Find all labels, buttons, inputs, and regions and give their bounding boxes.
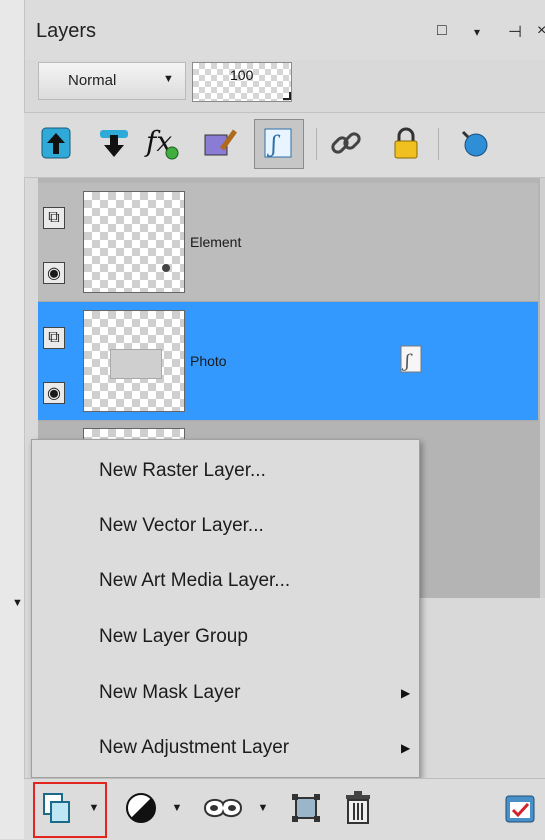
toolbar-separator	[316, 128, 317, 160]
layer-thumbnail	[83, 310, 185, 412]
chevron-down-icon[interactable]: ▼	[170, 788, 184, 828]
edit-layer-icon[interactable]	[200, 122, 240, 164]
photo-placeholder	[110, 349, 162, 379]
new-adjustment-layer-icon[interactable]	[122, 788, 160, 828]
adjustment-icon: ʃ	[400, 345, 422, 378]
new-mask-layer-icon[interactable]	[200, 788, 246, 828]
menu-item-new-vector-layer[interactable]: New Vector Layer...	[99, 515, 264, 537]
layer-type-icon: ⧉	[43, 207, 65, 229]
element-dot	[162, 264, 170, 272]
chevron-down-icon[interactable]: ▼	[12, 597, 23, 609]
panel-left-edge	[0, 0, 25, 839]
menu-item-new-mask-layer[interactable]: New Mask Layer	[99, 682, 241, 704]
mask-icon[interactable]	[454, 122, 494, 164]
new-layer-icon[interactable]	[40, 788, 74, 828]
panel-title: Layers	[36, 20, 97, 42]
trash-icon[interactable]	[338, 788, 378, 828]
submenu-arrow-icon: ▶	[401, 686, 411, 700]
new-layer-menu	[31, 439, 420, 778]
lock-icon[interactable]	[386, 122, 426, 164]
layer-properties-icon[interactable]: fx	[144, 122, 184, 164]
opacity-slider-grip-icon[interactable]	[283, 92, 291, 100]
adjustment-icon[interactable]: ʃ	[258, 122, 298, 164]
layer-name: Element	[190, 234, 242, 250]
opacity-value: 100	[230, 67, 254, 83]
visibility-eye-icon[interactable]: ◉	[43, 262, 65, 284]
layer-type-icon: ⧉	[43, 327, 65, 349]
restore-icon[interactable]: □	[437, 22, 447, 40]
toolbar-separator	[438, 128, 439, 160]
promote-selection-icon[interactable]	[286, 788, 326, 828]
panel-menu-icon[interactable]: ▾	[474, 25, 480, 39]
blend-mode-value: Normal	[68, 72, 117, 89]
link-icon[interactable]	[326, 122, 366, 164]
chevron-down-icon[interactable]: ▼	[86, 788, 102, 828]
menu-item-new-layer-group[interactable]: New Layer Group	[99, 626, 248, 648]
move-up-icon[interactable]	[36, 122, 76, 164]
layer-options-icon[interactable]	[500, 788, 540, 828]
visibility-eye-icon[interactable]: ◉	[43, 382, 65, 404]
layer-thumbnail	[83, 191, 185, 293]
menu-item-new-adjustment-layer[interactable]: New Adjustment Layer	[99, 737, 289, 759]
layer-list-scrollbar[interactable]	[540, 178, 545, 598]
chevron-down-icon[interactable]: ▼	[256, 788, 270, 828]
submenu-arrow-icon: ▶	[401, 741, 411, 755]
chevron-down-icon: ▼	[163, 73, 174, 85]
close-icon[interactable]: ×	[537, 22, 545, 40]
move-down-icon[interactable]	[94, 122, 134, 164]
menu-item-new-raster-layer[interactable]: New Raster Layer...	[99, 460, 266, 482]
pin-icon[interactable]: ⊣	[508, 22, 522, 42]
menu-item-new-art-media-layer[interactable]: New Art Media Layer...	[99, 570, 290, 592]
layer-name: Photo	[190, 353, 227, 369]
